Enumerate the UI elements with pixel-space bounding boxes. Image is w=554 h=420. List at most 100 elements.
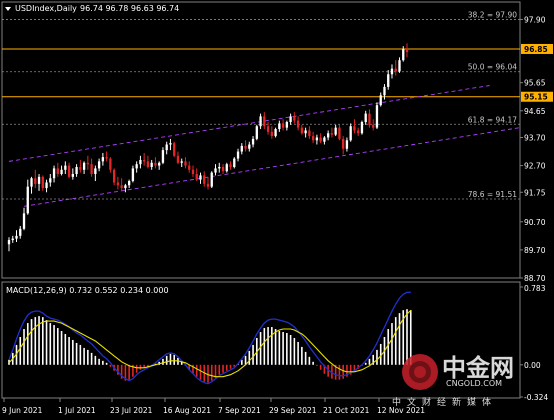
candle-body bbox=[188, 165, 191, 170]
candle-body bbox=[323, 137, 326, 142]
candle-body bbox=[124, 185, 127, 189]
candle-body bbox=[251, 138, 255, 145]
time-tick-label: 21 Oct 2021 bbox=[323, 406, 370, 415]
candle-body bbox=[338, 127, 341, 139]
candle-body bbox=[75, 166, 78, 175]
candle-body bbox=[56, 168, 59, 175]
candle-body bbox=[360, 122, 364, 134]
candle-body bbox=[259, 116, 262, 127]
time-tick-label: 7 Sep 2021 bbox=[218, 406, 261, 415]
candle-body bbox=[37, 176, 41, 184]
fib-level-label: 38.2 = 97.90 bbox=[468, 10, 517, 19]
candle-body bbox=[71, 174, 74, 177]
time-tick-label: 16 Aug 2021 bbox=[163, 406, 211, 415]
candle-body bbox=[214, 168, 217, 173]
candle-body bbox=[394, 68, 397, 72]
candle-body bbox=[146, 161, 150, 167]
time-tick-label: 9 Jun 2021 bbox=[2, 406, 43, 415]
candle-body bbox=[34, 178, 37, 184]
candle-body bbox=[176, 155, 180, 163]
candle-body bbox=[109, 158, 112, 170]
candle-body bbox=[304, 130, 307, 134]
candle-body bbox=[49, 178, 52, 183]
candle-body bbox=[210, 172, 213, 187]
candle-body bbox=[206, 183, 210, 187]
candle-body bbox=[41, 176, 44, 189]
candle-body bbox=[90, 164, 93, 175]
macd-label: MACD(12,26,9) 0.732 0.552 0.234 0.000 bbox=[6, 286, 169, 295]
candle-body bbox=[94, 168, 97, 175]
candle-body bbox=[180, 161, 183, 163]
candle-body bbox=[154, 162, 157, 166]
candle-body bbox=[199, 175, 202, 180]
candle-body bbox=[64, 165, 67, 170]
candle-body bbox=[169, 143, 172, 145]
candle-body bbox=[101, 157, 105, 162]
candle-body bbox=[158, 162, 161, 166]
candle-body bbox=[229, 164, 232, 167]
candle-body bbox=[375, 105, 379, 128]
candle-body bbox=[67, 165, 71, 177]
cngold-watermark: 中金网 CNGOLD.COM 中文财经新媒体 bbox=[392, 354, 514, 408]
candle-body bbox=[139, 159, 142, 165]
candle-body bbox=[383, 86, 386, 96]
price-tick-label: 90.70 bbox=[524, 218, 546, 227]
candle-body bbox=[143, 159, 146, 162]
candle-body bbox=[127, 181, 131, 186]
candle-body bbox=[105, 157, 108, 159]
candle bbox=[233, 157, 236, 169]
candle-body bbox=[266, 126, 270, 132]
candle-body bbox=[398, 60, 401, 72]
candle-body bbox=[379, 95, 382, 106]
candle-body bbox=[150, 162, 153, 167]
candle-body bbox=[308, 130, 311, 137]
macd-tick-label: 0.00 bbox=[524, 361, 541, 370]
candle-body bbox=[349, 126, 352, 141]
candle-body bbox=[184, 161, 187, 166]
candle-body bbox=[86, 162, 90, 165]
candle-body bbox=[263, 116, 266, 127]
candle-body bbox=[364, 113, 367, 123]
candle-body bbox=[345, 140, 349, 149]
time-tick-label: 23 Jul 2021 bbox=[110, 406, 153, 415]
watermark-domain: CNGOLD.COM bbox=[446, 379, 502, 388]
candle-body bbox=[278, 123, 281, 130]
candle-body bbox=[236, 151, 240, 159]
candle-body bbox=[405, 48, 409, 53]
candle-body bbox=[131, 168, 135, 182]
price-tick-label: 97.90 bbox=[524, 15, 546, 24]
candle-body bbox=[203, 175, 206, 184]
candle-body bbox=[173, 143, 176, 156]
time-tick-label: 29 Sep 2021 bbox=[269, 406, 317, 415]
candle bbox=[274, 127, 277, 138]
candle-body bbox=[26, 186, 29, 214]
candle-body bbox=[79, 166, 82, 170]
candle-body bbox=[165, 144, 168, 151]
candle-body bbox=[161, 150, 165, 163]
symbol-label: USDIndex,Daily bbox=[15, 4, 77, 13]
candle-body bbox=[255, 126, 258, 139]
candle-body bbox=[195, 174, 198, 180]
candle bbox=[210, 171, 213, 189]
candle-body bbox=[135, 164, 138, 169]
price-level-tag-label: 95.15 bbox=[524, 93, 548, 102]
usdindex-chart: 38.2 = 97.90 50.0 = 96.04 61.8 = 94.17 78.6… bbox=[0, 0, 554, 420]
candle-body bbox=[82, 162, 86, 170]
candle-body bbox=[30, 178, 33, 187]
macd-tick-label: 0.783 bbox=[524, 284, 546, 293]
time-tick-label: 1 Jul 2021 bbox=[58, 406, 96, 415]
ohlc-label: 96.74 96.78 96.63 96.74 bbox=[80, 4, 179, 13]
chart-header: USDIndex,Daily 96.74 96.78 96.63 96.74 bbox=[5, 4, 179, 13]
candle-body bbox=[11, 238, 14, 241]
candle-body bbox=[334, 127, 337, 135]
price-tick-label: 91.75 bbox=[524, 188, 546, 197]
candle-body bbox=[52, 168, 56, 179]
fib-level-label: 78.6 = 91.51 bbox=[468, 190, 517, 199]
candle-body bbox=[281, 123, 285, 128]
price-tick-label: 94.65 bbox=[524, 107, 546, 116]
price-tick-label: 88.70 bbox=[524, 274, 546, 283]
candle-body bbox=[296, 120, 300, 128]
candle-body bbox=[315, 137, 319, 141]
candle-body bbox=[342, 138, 345, 149]
candle bbox=[173, 141, 176, 158]
